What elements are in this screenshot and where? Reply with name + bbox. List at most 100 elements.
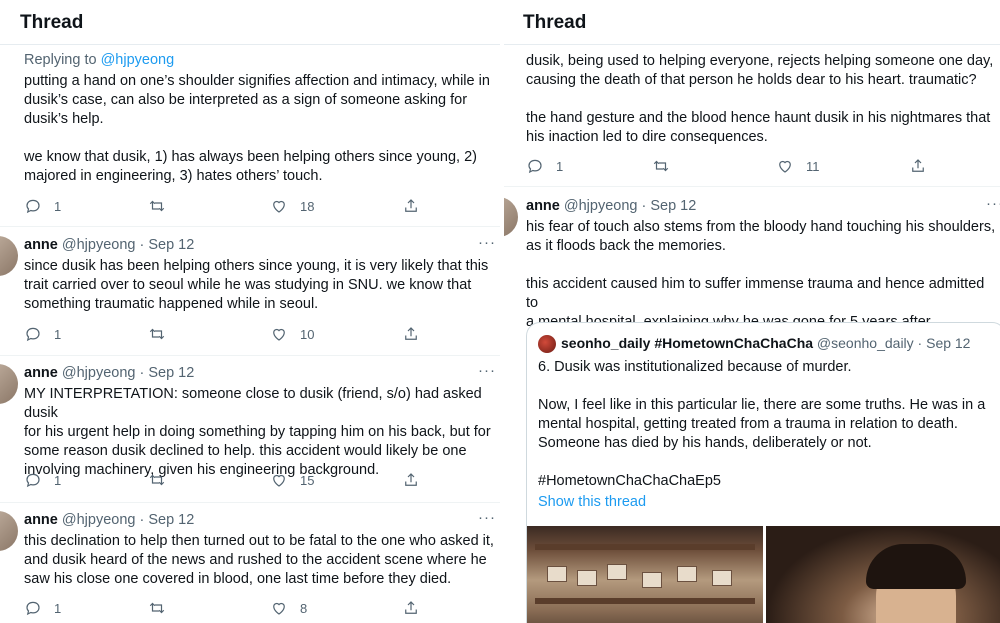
share-button[interactable]: [402, 325, 420, 343]
quoted-tweet[interactable]: seonho_daily #HometownChaChaCha @seonho_…: [526, 322, 1000, 623]
like-icon: [270, 471, 288, 489]
thread-title: Thread: [20, 12, 84, 33]
like-button[interactable]: 11: [776, 157, 820, 175]
share-icon: [909, 157, 927, 175]
reply-button[interactable]: 1: [526, 157, 563, 175]
reply-button[interactable]: 1: [24, 197, 61, 215]
image-detail: [547, 566, 567, 582]
thread-title: Thread: [523, 12, 587, 33]
quoted-media-image-2[interactable]: [766, 526, 1000, 623]
retweet-icon: [148, 599, 166, 617]
share-icon: [402, 471, 420, 489]
show-thread-link[interactable]: Show this thread: [538, 494, 646, 510]
reply-icon: [24, 599, 42, 617]
replying-to: Replying to @hjpyeong: [24, 52, 174, 68]
reply-count: 1: [54, 198, 62, 214]
quoted-media-image-1[interactable]: [527, 526, 763, 623]
tweet-actions: 1 8: [24, 599, 494, 619]
retweet-icon: [148, 325, 166, 343]
share-button[interactable]: [402, 197, 420, 215]
like-icon: [776, 157, 794, 175]
image-detail: [642, 572, 662, 588]
reply-count: 1: [54, 472, 62, 488]
like-count: 8: [300, 600, 308, 616]
more-icon[interactable]: ···: [478, 362, 496, 379]
like-button[interactable]: 10: [270, 325, 314, 343]
thread-header: Thread: [0, 0, 500, 45]
image-detail: [866, 544, 966, 589]
like-icon: [270, 599, 288, 617]
author-meta: @hjpyeong · Sep 12: [559, 198, 697, 214]
share-icon: [402, 197, 420, 215]
like-button[interactable]: 8: [270, 599, 307, 617]
reply-icon: [24, 197, 42, 215]
divider: [0, 502, 500, 503]
author-name[interactable]: anne: [24, 512, 58, 528]
divider: [504, 186, 1000, 187]
reply-icon: [24, 325, 42, 343]
divider: [0, 355, 500, 356]
like-icon: [270, 325, 288, 343]
like-button[interactable]: 18: [270, 197, 314, 215]
retweet-button[interactable]: [148, 599, 166, 617]
retweet-button[interactable]: [148, 325, 166, 343]
share-button[interactable]: [402, 471, 420, 489]
retweet-icon: [148, 471, 166, 489]
like-count: 15: [300, 472, 315, 488]
quoted-tweet-text: 6. Dusik was institutionalized because o…: [538, 359, 986, 489]
reply-count: 1: [556, 158, 564, 174]
reply-button[interactable]: 1: [24, 325, 61, 343]
tweet-text: MY INTERPRETATION: someone close to dusi…: [24, 386, 491, 478]
image-detail: [535, 544, 755, 550]
tweet-actions: 1 11: [526, 157, 996, 177]
tweet-actions: 1 10: [24, 325, 494, 345]
image-detail: [607, 564, 627, 580]
like-count: 18: [300, 198, 315, 214]
avatar[interactable]: [0, 511, 18, 551]
author-name[interactable]: anne: [24, 237, 58, 253]
tweet-actions: 1 18: [24, 197, 494, 217]
quoted-author-name: seonho_daily #HometownChaChaCha: [561, 335, 814, 351]
like-icon: [270, 197, 288, 215]
author-name[interactable]: anne: [24, 365, 58, 381]
reply-count: 1: [54, 326, 62, 342]
tweet-header: anne @hjpyeong · Sep 12: [24, 511, 194, 530]
thread-header: Thread: [504, 0, 1000, 45]
avatar[interactable]: [504, 197, 518, 237]
tweet-header: anne @hjpyeong · Sep 12: [24, 364, 194, 383]
reply-button[interactable]: 1: [24, 471, 61, 489]
tweet-header: anne @hjpyeong · Sep 12: [24, 236, 194, 255]
reply-count: 1: [54, 600, 62, 616]
like-button[interactable]: 15: [270, 471, 314, 489]
retweet-button[interactable]: [148, 197, 166, 215]
avatar[interactable]: [0, 364, 18, 404]
reply-icon: [526, 157, 544, 175]
replying-to-label: Replying to: [24, 52, 101, 68]
tweet-text: since dusik has been helping others sinc…: [24, 258, 489, 312]
retweet-button[interactable]: [148, 471, 166, 489]
share-button[interactable]: [909, 157, 927, 175]
share-button[interactable]: [402, 599, 420, 617]
share-icon: [402, 325, 420, 343]
reply-button[interactable]: 1: [24, 599, 61, 617]
image-detail: [535, 598, 755, 604]
tweet-text: dusik, being used to helping everyone, r…: [526, 53, 994, 145]
avatar[interactable]: [0, 236, 18, 276]
quoted-tweet-header: seonho_daily #HometownChaChaCha @seonho_…: [561, 335, 970, 351]
retweet-icon: [652, 157, 670, 175]
replying-to-handle-link[interactable]: @hjpyeong: [101, 52, 175, 68]
like-count: 10: [300, 326, 315, 342]
right-thread-panel: Thread dusik, being used to helping ever…: [504, 0, 1000, 623]
tweet-text: this declination to help then turned out…: [24, 533, 494, 587]
tweet-actions: 1 15: [24, 471, 494, 491]
quoted-author-meta: @seonho_daily · Sep 12: [813, 335, 971, 351]
more-icon[interactable]: ···: [986, 195, 1000, 212]
quoted-avatar: [538, 335, 556, 353]
author-name[interactable]: anne: [526, 198, 560, 214]
more-icon[interactable]: ···: [478, 234, 496, 251]
tweet-header: anne @hjpyeong · Sep 12: [526, 197, 696, 216]
more-icon[interactable]: ···: [478, 509, 496, 526]
image-detail: [577, 570, 597, 586]
author-meta: @hjpyeong · Sep 12: [57, 237, 195, 253]
retweet-button[interactable]: [652, 157, 670, 175]
